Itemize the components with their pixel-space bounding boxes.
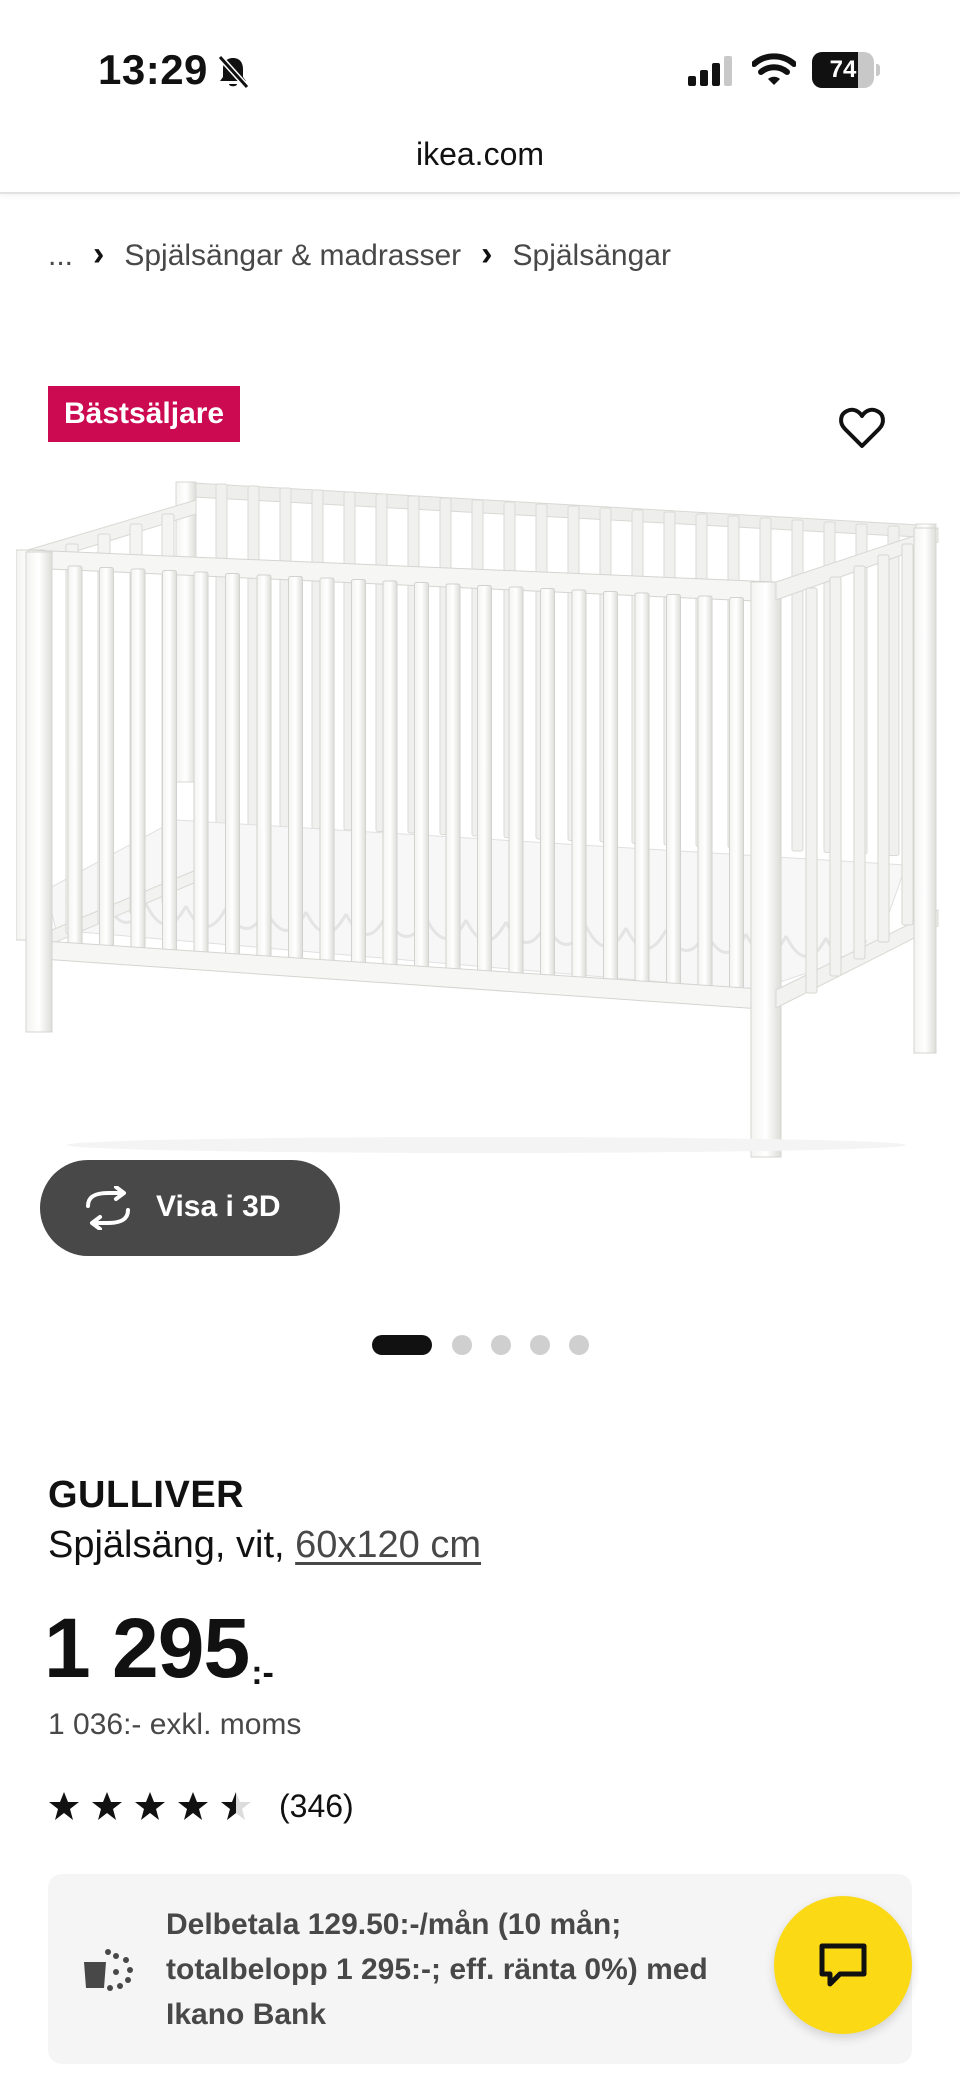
gallery-dot[interactable]	[372, 1335, 432, 1355]
chat-bubble-icon	[819, 1943, 867, 1987]
breadcrumb-item-cribs[interactable]: Spjälsängar	[513, 239, 671, 273]
product-rating[interactable]: (346)	[48, 1786, 354, 1826]
gallery-dot[interactable]	[530, 1335, 550, 1355]
installment-text: Delbetala 129.50:-/mån (10 mån; totalbel…	[166, 1908, 708, 2031]
product-price: 1 295 :-	[44, 1600, 274, 1696]
breadcrumb-separator: ›	[93, 234, 105, 273]
star-icon	[49, 1792, 79, 1820]
status-bar: 13:29 74	[0, 0, 960, 130]
gallery-dot[interactable]	[491, 1335, 511, 1355]
product-name: GULLIVER	[48, 1474, 245, 1516]
bell-slash-icon	[217, 54, 250, 90]
gallery-dot[interactable]	[569, 1335, 589, 1355]
gallery-dot[interactable]	[452, 1335, 472, 1355]
heart-icon[interactable]	[838, 406, 886, 450]
gallery-pagination	[372, 1334, 608, 1356]
review-count[interactable]: (346)	[279, 1788, 354, 1825]
price-excluding-vat: 1 036:- exkl. moms	[48, 1708, 302, 1741]
battery-icon: 74	[812, 52, 880, 88]
chat-button[interactable]	[774, 1896, 912, 2034]
star-icon	[135, 1792, 165, 1820]
url-text[interactable]: ikea.com	[0, 136, 960, 173]
star-half-icon	[221, 1792, 251, 1820]
battery-level: 74	[829, 56, 857, 83]
star-icon	[92, 1792, 122, 1820]
view-3d-button[interactable]: Visa i 3D	[40, 1160, 340, 1256]
view-3d-label: Visa i 3D	[156, 1190, 281, 1223]
product-image[interactable]	[16, 470, 946, 1160]
product-size-link[interactable]: 60x120 cm	[295, 1524, 481, 1566]
wifi-icon	[752, 53, 796, 85]
breadcrumb-item-cribs-mattresses[interactable]: Spjälsängar & madrasser	[124, 239, 461, 273]
bestseller-badge: Bästsäljare	[48, 386, 241, 442]
breadcrumb-item-more[interactable]: ...	[48, 239, 73, 273]
breadcrumb: ... › Spjälsängar & madrasser › Spjälsän…	[48, 234, 671, 276]
price-suffix: :-	[251, 1654, 274, 1692]
star-icon	[178, 1792, 208, 1820]
price-amount: 1 295	[44, 1601, 250, 1695]
product-description: Spjälsäng, vit, 60x120 cm	[48, 1524, 481, 1567]
wallet-coins-icon	[84, 1949, 133, 1991]
rotate-3d-icon	[86, 1186, 130, 1230]
cellular-signal-icon	[688, 56, 732, 86]
status-time: 13:29	[98, 46, 208, 93]
address-bar[interactable]: ikea.com	[0, 130, 960, 194]
product-type: Spjälsäng, vit,	[48, 1524, 296, 1566]
breadcrumb-separator: ›	[481, 234, 493, 273]
